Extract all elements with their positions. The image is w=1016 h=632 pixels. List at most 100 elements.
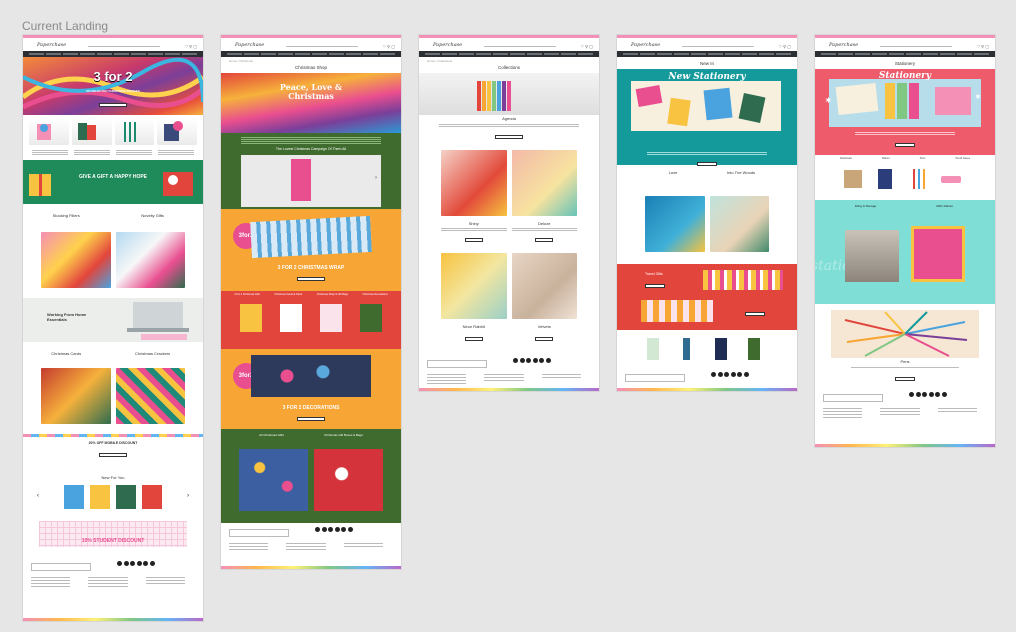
tile-into-the-woods[interactable] xyxy=(709,196,769,252)
travel-promo[interactable]: Travel Gifts xyxy=(617,264,797,330)
social-icons[interactable] xyxy=(513,358,591,363)
tile-shiny[interactable] xyxy=(441,150,507,216)
carousel-item[interactable] xyxy=(142,485,162,509)
search-input[interactable] xyxy=(681,43,754,47)
bottom-category-section[interactable]: All Christmas Gifts Christmas Gift Boxes… xyxy=(221,429,401,523)
video-section[interactable]: The Lovest Christmas Campaign Of Them Al… xyxy=(221,147,401,209)
mint-section[interactable]: stationery Filing & Storage 2021 Diaries xyxy=(815,200,995,304)
newsletter-input[interactable] xyxy=(427,360,487,368)
tile-button[interactable] xyxy=(464,238,483,242)
product-card[interactable] xyxy=(114,119,155,145)
category-card[interactable] xyxy=(939,166,969,192)
work-from-home-banner[interactable]: Working From Home Essentials xyxy=(23,298,203,342)
feature-button[interactable] xyxy=(495,135,523,139)
carousel[interactable]: ‹ › xyxy=(23,481,203,515)
tile-luxe[interactable] xyxy=(645,196,705,252)
newsletter-input[interactable] xyxy=(31,563,91,571)
frame-christmas-shop[interactable]: Paperchase ♡ ⚲ ▢ Home / Christmas Christm… xyxy=(221,35,401,569)
category-card[interactable] xyxy=(360,304,382,332)
hero-cta-button[interactable] xyxy=(697,162,717,166)
hero-banner[interactable]: Peace, Love & Christmas xyxy=(221,73,401,133)
chevron-right-icon[interactable]: › xyxy=(375,175,377,181)
tile-row[interactable] xyxy=(23,222,203,292)
category-card[interactable] xyxy=(240,304,262,332)
promo-button[interactable] xyxy=(297,417,325,421)
newsletter-input[interactable] xyxy=(625,374,685,382)
newsletter-input[interactable] xyxy=(229,529,289,537)
search-input[interactable] xyxy=(87,43,160,47)
chevron-right-icon[interactable]: › xyxy=(187,493,189,499)
gift-banner[interactable]: GIVE A GIFT A HAPPY HOPE xyxy=(23,160,203,204)
carousel-item[interactable] xyxy=(64,485,84,509)
hero-banner[interactable]: 3 for 2 ON SELECTED CHRISTMAS RANGES xyxy=(23,57,203,115)
tile-button[interactable] xyxy=(535,238,554,242)
header-icons[interactable]: ♡ ⚲ ▢ xyxy=(184,44,197,49)
student-banner[interactable]: 10% STUDENT DISCOUNT xyxy=(39,521,187,547)
decorations-promo-banner[interactable]: 3for2 3 FOR 2 DECORATIONS xyxy=(221,349,401,429)
video-player[interactable]: › xyxy=(241,155,381,207)
product-card[interactable] xyxy=(29,119,69,145)
social-icons[interactable] xyxy=(315,527,393,532)
category-row[interactable] xyxy=(815,162,995,196)
logo[interactable]: Paperchase xyxy=(235,42,264,48)
frame-new-in[interactable]: Paperchase ♡ ⚲ ▢ New In New Stationery Lu… xyxy=(617,35,797,391)
feature-banner[interactable] xyxy=(419,73,599,115)
tile-filing-storage[interactable] xyxy=(845,230,899,282)
header-icons[interactable]: ♡ ⚲ ▢ xyxy=(976,44,989,49)
wrap-promo-banner[interactable]: 3for2 3 FOR 2 CHRISTMAS WRAP xyxy=(221,209,401,291)
header-icons[interactable]: ♡ ⚲ ▢ xyxy=(580,44,593,49)
promo-button[interactable] xyxy=(297,277,325,281)
hero-cta-button[interactable] xyxy=(99,103,127,107)
tile-row[interactable] xyxy=(419,249,599,323)
category-card[interactable] xyxy=(320,304,342,332)
product-card[interactable] xyxy=(71,119,112,145)
tile-row[interactable] xyxy=(23,360,203,428)
category-card[interactable] xyxy=(280,304,302,332)
search-input[interactable] xyxy=(285,43,358,47)
product-row[interactable] xyxy=(617,330,797,368)
header-icons[interactable]: ♡ ⚲ ▢ xyxy=(382,44,395,49)
hero-banner[interactable]: ✶ ✶ Stationery xyxy=(815,69,995,155)
tile-novelty-gifts[interactable] xyxy=(115,232,185,288)
promo-button[interactable] xyxy=(745,312,765,316)
search-input[interactable] xyxy=(483,43,556,47)
header-icons[interactable]: ♡ ⚲ ▢ xyxy=(778,44,791,49)
logo[interactable]: Paperchase xyxy=(829,42,858,48)
tile-row[interactable] xyxy=(419,146,599,220)
hero-cta-button[interactable] xyxy=(895,143,915,147)
tile-2021-diaries[interactable] xyxy=(911,226,965,282)
frame-collections[interactable]: Paperchase ♡ ⚲ ▢ Home / Collections Colle… xyxy=(419,35,599,391)
chevron-left-icon[interactable]: ‹ xyxy=(37,493,39,499)
product-card[interactable] xyxy=(708,336,740,362)
newsletter-input[interactable] xyxy=(823,394,883,402)
tile-stocking-fillers[interactable] xyxy=(41,232,111,288)
promo-button[interactable] xyxy=(645,284,665,288)
hero-banner[interactable]: New Stationery xyxy=(617,69,797,149)
product-card[interactable] xyxy=(157,119,197,145)
logo[interactable]: Paperchase xyxy=(37,42,66,48)
tile-button[interactable] xyxy=(464,337,483,341)
tile-christmas-crackers[interactable] xyxy=(115,368,185,424)
tile-christmas-cards[interactable] xyxy=(41,368,111,424)
tile-button[interactable] xyxy=(535,337,554,341)
tile-christmas-gifts[interactable] xyxy=(239,449,308,511)
tile-row[interactable] xyxy=(617,180,797,256)
tile-gift-boxes[interactable] xyxy=(314,449,383,511)
product-row[interactable] xyxy=(23,115,203,149)
feature-button[interactable] xyxy=(895,377,915,381)
carousel-item[interactable] xyxy=(90,485,110,509)
discount-button[interactable] xyxy=(99,453,127,457)
tile-neon-rabbit[interactable] xyxy=(441,253,507,319)
social-icons[interactable] xyxy=(117,561,195,566)
tile-deluxe[interactable] xyxy=(511,150,577,216)
product-card[interactable] xyxy=(674,336,706,362)
social-icons[interactable] xyxy=(711,372,789,377)
frame-home[interactable]: Paperchase ♡ ⚲ ▢ 3 for 2 ON SELECTED CHR… xyxy=(23,35,203,621)
frame-stationery[interactable]: Paperchase ♡ ⚲ ▢ Stationery ✶ ✶ Stationery… xyxy=(815,35,995,447)
logo[interactable]: Paperchase xyxy=(631,42,660,48)
product-card[interactable] xyxy=(742,336,773,362)
category-card[interactable] xyxy=(906,166,937,192)
category-card[interactable] xyxy=(873,166,904,192)
product-card[interactable] xyxy=(641,336,672,362)
pens-feature[interactable] xyxy=(831,310,979,358)
